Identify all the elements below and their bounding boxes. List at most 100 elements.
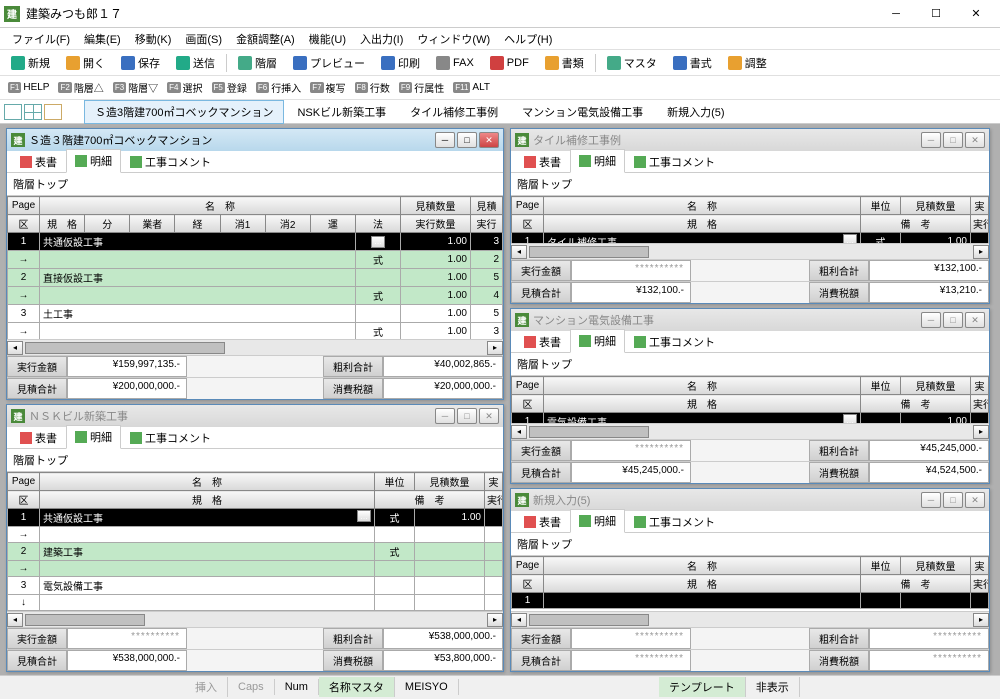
child-maximize[interactable]: □ xyxy=(943,132,963,148)
detail-grid[interactable]: Page 名 称 見積数量 見積 区 規 格 分 業者 経 消1 消2 運 法 … xyxy=(7,196,503,339)
child-titlebar[interactable]: 建 タイル補修工事例 ─ □ ✕ xyxy=(511,129,989,151)
scroll-left[interactable]: ◂ xyxy=(511,245,527,259)
child-maximize[interactable]: □ xyxy=(457,132,477,148)
horizontal-scrollbar[interactable]: ◂ ▸ xyxy=(511,423,989,439)
menu-item[interactable]: 移動(K) xyxy=(129,29,178,49)
breadcrumb[interactable]: 階層トップ xyxy=(511,533,989,556)
menu-item[interactable]: ウィンドウ(W) xyxy=(411,29,496,49)
table-row[interactable]: 2 直接仮設工事 1.00 5 xyxy=(8,269,503,287)
table-row[interactable]: → 式 1.00 2 xyxy=(8,251,503,269)
split-grid[interactable] xyxy=(24,104,42,120)
child-maximize[interactable]: □ xyxy=(943,312,963,328)
pdf-button[interactable]: PDF xyxy=(483,53,536,73)
fkey-F9[interactable]: F9行属性 xyxy=(395,78,448,97)
scroll-thumb[interactable] xyxy=(529,426,649,438)
detail-grid[interactable]: Page 名 称 単位 見積数量 実 区 規 格 備 考 実行1 xyxy=(511,556,989,609)
detail-grid[interactable]: Page 名 称 単位 見積数量 実 区 規 格 備 考 実行1 電気設備工事 … xyxy=(511,376,989,423)
child-close[interactable]: ✕ xyxy=(965,132,985,148)
table-row[interactable]: 1 共通仮設工事 … 式 1.00 xyxy=(8,509,503,527)
print-button[interactable]: 印刷 xyxy=(374,52,427,74)
document-tab[interactable]: 新規入力(5) xyxy=(656,100,735,124)
table-row[interactable]: 1 タイル補修工事 … 式 1.00 xyxy=(512,233,989,244)
breadcrumb[interactable]: 階層トップ xyxy=(7,449,503,472)
child-titlebar[interactable]: 建 マンション電気設備工事 ─ □ ✕ xyxy=(511,309,989,331)
split-single[interactable] xyxy=(4,104,22,120)
table-row[interactable]: 1 共通仮設工事 … 1.00 3 xyxy=(8,233,503,251)
tab-cover[interactable]: 表書 xyxy=(11,150,66,173)
tab-cover[interactable]: 表書 xyxy=(515,150,570,173)
scroll-left[interactable]: ◂ xyxy=(511,425,527,439)
document-button[interactable]: 書類 xyxy=(538,52,591,74)
tab-cover[interactable]: 表書 xyxy=(515,330,570,353)
menu-item[interactable]: ヘルプ(H) xyxy=(498,29,558,49)
document-tab[interactable]: マンション電気設備工事 xyxy=(511,100,654,124)
fkey-F4[interactable]: F4選択 xyxy=(163,78,206,97)
menu-item[interactable]: ファイル(F) xyxy=(6,29,76,49)
fkey-F7[interactable]: F7複写 xyxy=(306,78,349,97)
adjust-button[interactable]: 調整 xyxy=(721,52,774,74)
maximize-button[interactable]: ☐ xyxy=(916,1,956,27)
fkey-F3[interactable]: F3階層▽ xyxy=(109,78,162,97)
row-detail-button[interactable]: … xyxy=(371,236,385,248)
child-close[interactable]: ✕ xyxy=(965,312,985,328)
child-titlebar[interactable]: 建 Ｓ造３階建700㎡コベックマンション ─ □ ✕ xyxy=(7,129,503,151)
table-row[interactable]: 3 電気設備工事 xyxy=(8,577,503,595)
close-button[interactable]: ✕ xyxy=(956,1,996,27)
tab-detail[interactable]: 明細 xyxy=(570,329,625,353)
scroll-thumb[interactable] xyxy=(25,614,145,626)
new-button[interactable]: 新規 xyxy=(4,52,57,74)
document-tab[interactable]: タイル補修工事例 xyxy=(399,100,509,124)
table-row[interactable]: 3 土工事 1.00 5 xyxy=(8,305,503,323)
child-titlebar[interactable]: 建 新規入力(5) ─ □ ✕ xyxy=(511,489,989,511)
table-row[interactable]: 2 建築工事 式 xyxy=(8,543,503,561)
split-alt[interactable] xyxy=(44,104,62,120)
preview-button[interactable]: プレビュー xyxy=(286,52,372,74)
row-detail-button[interactable]: … xyxy=(843,234,857,243)
document-tab[interactable]: Ｓ造3階建700㎡コベックマンション xyxy=(84,100,284,124)
menu-item[interactable]: 画面(S) xyxy=(179,29,228,49)
minimize-button[interactable]: ─ xyxy=(876,1,916,27)
scroll-left[interactable]: ◂ xyxy=(7,613,23,627)
child-minimize[interactable]: ─ xyxy=(435,132,455,148)
row-detail-button[interactable]: … xyxy=(357,510,371,522)
child-minimize[interactable]: ─ xyxy=(435,408,455,424)
fkey-F8[interactable]: F8行数 xyxy=(351,78,394,97)
tab-detail[interactable]: 明細 xyxy=(570,509,625,533)
scroll-thumb[interactable] xyxy=(529,614,649,626)
scroll-thumb[interactable] xyxy=(25,342,225,354)
child-titlebar[interactable]: 建 ＮＳＫビル新築工事 ─ □ ✕ xyxy=(7,405,503,427)
fkey-F11[interactable]: F11ALT xyxy=(449,80,494,95)
send-button[interactable]: 送信 xyxy=(169,52,222,74)
open-button[interactable]: 開く xyxy=(59,52,112,74)
scroll-right[interactable]: ▸ xyxy=(973,425,989,439)
fkey-F6[interactable]: F6行挿入 xyxy=(252,78,305,97)
master-button[interactable]: マスタ xyxy=(600,52,664,74)
tab-comment[interactable]: 工事コメント xyxy=(625,150,724,173)
menu-item[interactable]: 金額調整(A) xyxy=(230,29,301,49)
horizontal-scrollbar[interactable]: ◂ ▸ xyxy=(511,611,989,627)
breadcrumb[interactable]: 階層トップ xyxy=(511,173,989,196)
child-minimize[interactable]: ─ xyxy=(921,492,941,508)
tab-comment[interactable]: 工事コメント xyxy=(121,426,220,449)
fkey-F1[interactable]: F1HELP xyxy=(4,80,53,95)
scroll-thumb[interactable] xyxy=(529,246,649,258)
table-row[interactable]: → xyxy=(8,561,503,577)
tab-comment[interactable]: 工事コメント xyxy=(625,510,724,533)
table-row[interactable]: 1 電気設備工事 … 1.00 xyxy=(512,413,989,424)
table-row[interactable]: 1 xyxy=(512,593,989,609)
detail-grid[interactable]: Page 名 称 単位 見積数量 実 区 規 格 備 考 実行1 タイル補修工事… xyxy=(511,196,989,243)
tab-detail[interactable]: 明細 xyxy=(66,149,121,173)
menu-item[interactable]: 入出力(I) xyxy=(354,29,409,49)
breadcrumb[interactable]: 階層トップ xyxy=(7,173,503,196)
fkey-F5[interactable]: F5登録 xyxy=(208,78,251,97)
table-row[interactable]: ↓ xyxy=(8,595,503,611)
fax-button[interactable]: FAX xyxy=(429,53,481,73)
child-close[interactable]: ✕ xyxy=(479,132,499,148)
table-row[interactable]: → 式 1.00 4 xyxy=(8,287,503,305)
child-minimize[interactable]: ─ xyxy=(921,312,941,328)
scroll-left[interactable]: ◂ xyxy=(511,613,527,627)
scroll-left[interactable]: ◂ xyxy=(7,341,23,355)
tab-detail[interactable]: 明細 xyxy=(66,425,121,449)
tab-cover[interactable]: 表書 xyxy=(11,426,66,449)
row-detail-button[interactable]: … xyxy=(843,414,857,423)
